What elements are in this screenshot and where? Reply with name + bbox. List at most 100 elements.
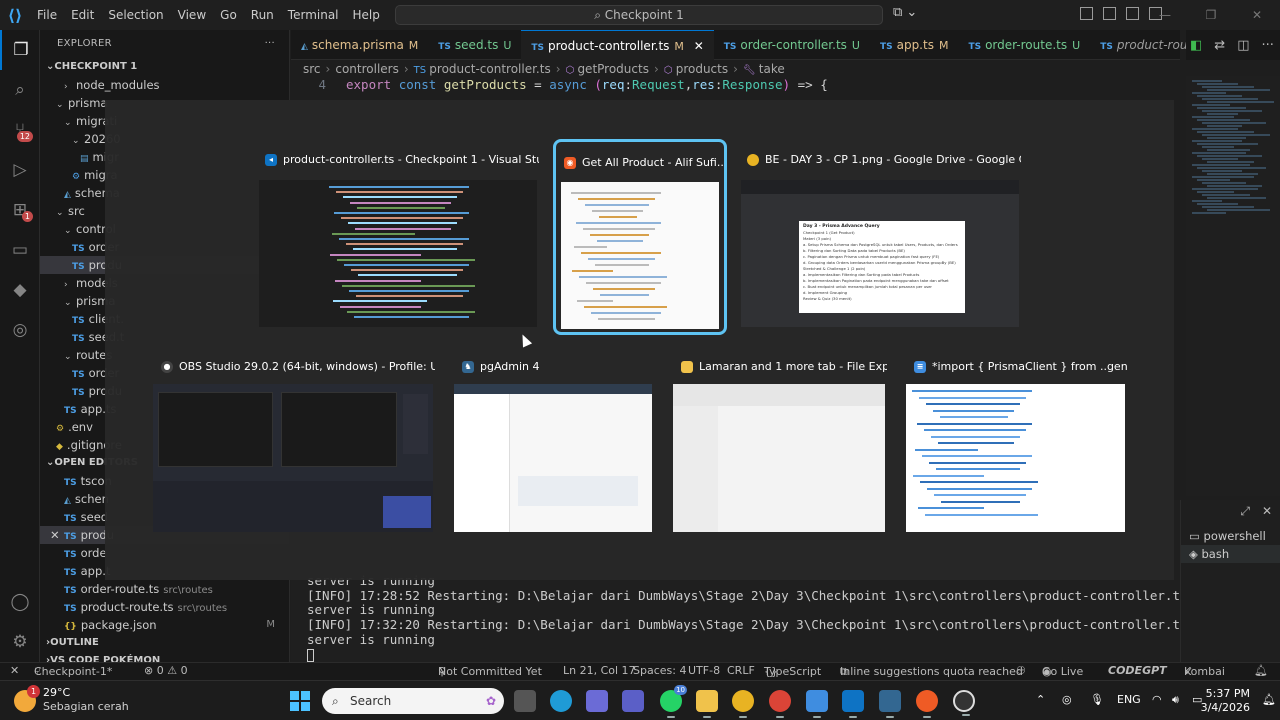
source-control-icon[interactable]: ⑂ 12: [0, 110, 40, 150]
terminal-session-powershell[interactable]: ▭ powershell: [1181, 527, 1280, 545]
compare-icon[interactable]: ⇄: [1214, 38, 1225, 53]
obs-icon[interactable]: [953, 690, 975, 716]
manage-gear-icon[interactable]: ⚙: [0, 622, 40, 662]
chrome-icon[interactable]: [732, 690, 754, 718]
notepad-icon[interactable]: [806, 690, 828, 718]
menu-edit[interactable]: Edit: [64, 8, 101, 22]
editor-tab[interactable]: ◭ schema.prisma M: [291, 30, 428, 60]
close-editor-icon[interactable]: ✕: [50, 526, 60, 544]
tray-app-icon[interactable]: ◎: [1062, 693, 1072, 706]
notification-icon[interactable]: 🔔︎: [1262, 693, 1276, 706]
split-editor-icon[interactable]: ◫: [1237, 38, 1249, 53]
run-debug-icon[interactable]: ▷: [0, 150, 40, 190]
start-button-icon[interactable]: [290, 691, 310, 711]
open-editor-item[interactable]: {} package.json M: [40, 616, 289, 634]
remote-icon[interactable]: ✕: [10, 664, 19, 677]
window-thumbnail: [906, 384, 1125, 532]
python-icon[interactable]: ◆: [0, 270, 40, 310]
outline-section[interactable]: ›OUTLINE: [40, 634, 289, 652]
wifi-icon[interactable]: ◠: [1152, 693, 1162, 706]
search-view-icon[interactable]: ⌕: [0, 70, 40, 110]
breadcrumb-item[interactable]: 🔧︎ take: [743, 62, 785, 76]
switcher-window-chrome[interactable]: BE - DAY 3 - CP 1.png - Google Drive - G…: [739, 147, 1021, 329]
close-panel-icon[interactable]: ✕: [1262, 504, 1272, 519]
more-actions-icon[interactable]: ···: [1262, 38, 1274, 53]
indentation[interactable]: Spaces: 4: [633, 664, 686, 677]
weather-widget[interactable]: 1 29°C Sebagian cerah: [14, 685, 129, 714]
task-view-icon[interactable]: [514, 690, 536, 712]
show-hidden-icons[interactable]: ⌃: [1036, 693, 1045, 706]
close-window-icon[interactable]: ✕: [1234, 0, 1280, 30]
cursor-position[interactable]: Ln 21, Col 17: [563, 664, 636, 677]
terminal-session-bash[interactable]: ◈ bash: [1181, 545, 1280, 563]
editor-tab[interactable]: TS seed.ts U: [428, 30, 521, 60]
volume-icon[interactable]: 🔊︎: [1172, 693, 1179, 707]
taskbar-search[interactable]: ⌕ Search ✿: [322, 688, 504, 714]
breadcrumb-item[interactable]: TS product-controller.ts: [414, 62, 551, 76]
pgadmin-icon[interactable]: [879, 690, 901, 718]
accounts-icon[interactable]: ◯: [0, 582, 40, 622]
menu-go[interactable]: Go: [213, 8, 244, 22]
codegpt-status[interactable]: CODEGPT: [1108, 664, 1167, 677]
menu-run[interactable]: Run: [244, 8, 281, 22]
microphone-icon[interactable]: 🎙︎: [1090, 693, 1104, 706]
switcher-window-explorer[interactable]: Lamaran and 1 more tab - File Explor...: [673, 354, 887, 534]
toggle-panel-icon[interactable]: [1126, 7, 1139, 20]
thumbnail-line: [340, 305, 421, 308]
file-explorer-icon[interactable]: [696, 690, 718, 718]
switcher-window-pgadmin[interactable]: ♞ pgAdmin 4: [454, 354, 654, 534]
copilot-icon[interactable]: ⧉ ⌄: [893, 5, 935, 25]
breadcrumb-item[interactable]: src: [303, 62, 321, 76]
chrome-profile-icon[interactable]: [769, 690, 791, 718]
menu-help[interactable]: Help: [346, 8, 387, 22]
vscode-icon[interactable]: [842, 690, 864, 718]
remote-explorer-icon[interactable]: ▭: [0, 230, 40, 270]
menu-terminal[interactable]: Terminal: [281, 8, 346, 22]
extensions-icon[interactable]: ⊞ 1: [0, 190, 40, 230]
copilot-app-icon[interactable]: [586, 690, 608, 712]
postman-icon[interactable]: [916, 690, 938, 718]
whatsapp-icon[interactable]: 10: [660, 685, 687, 718]
feedback-icon[interactable]: ⚇: [1016, 664, 1026, 677]
tree-folder[interactable]: › node_modules: [40, 76, 289, 94]
breadcrumb-item[interactable]: ⬡ getProducts: [566, 62, 649, 76]
breadcrumb-item[interactable]: controllers: [335, 62, 399, 76]
maximize-panel-icon[interactable]: ⤢: [1240, 504, 1250, 519]
teams-icon[interactable]: [622, 690, 644, 712]
clock[interactable]: 5:37 PM 3/4/2026: [1201, 687, 1250, 715]
close-tab-icon[interactable]: ✕: [690, 39, 704, 53]
customize-layout-icon[interactable]: [1080, 7, 1093, 20]
workspace-root[interactable]: ⌄CHECKPOINT 1: [40, 58, 289, 76]
minimap-line: [1207, 89, 1270, 91]
open-editor-item[interactable]: TS order-route.ts src\routes: [40, 580, 289, 598]
more-actions-icon[interactable]: ···: [265, 30, 275, 58]
notifications-bell-icon[interactable]: 🔔︎: [1254, 664, 1268, 677]
minimap[interactable]: [1186, 76, 1280, 496]
editor-tab[interactable]: TS order-route.ts U: [958, 30, 1090, 60]
editor-tab[interactable]: TS product-controller.ts M ✕: [521, 30, 714, 60]
command-center-search[interactable]: ⌕ Checkpoint 1: [395, 5, 883, 25]
breadcrumb-item[interactable]: ⬡ products: [664, 62, 728, 76]
end-of-line[interactable]: CRLF: [727, 664, 755, 677]
edge-icon[interactable]: [550, 690, 572, 712]
problems-status[interactable]: ⊗ 0 ⚠ 0: [144, 664, 188, 677]
switcher-window-obs[interactable]: ● OBS Studio 29.0.2 (64-bit, windows) - P…: [153, 354, 435, 534]
open-changes-icon[interactable]: ◧: [1190, 38, 1202, 53]
toggle-sidebar-icon[interactable]: [1103, 7, 1116, 20]
open-editor-item[interactable]: TS product-route.ts src\routes: [40, 598, 289, 616]
menu-selection[interactable]: Selection: [101, 8, 170, 22]
explorer-icon[interactable]: ❐: [0, 30, 40, 70]
restore-icon[interactable]: ❐: [1188, 0, 1234, 30]
menu-view[interactable]: View: [171, 8, 213, 22]
menu-file[interactable]: File: [30, 8, 64, 22]
switcher-window-notepad[interactable]: ≡ *import { PrismaClient } from ..gene -.…: [906, 354, 1127, 534]
language-indicator[interactable]: ENG: [1117, 693, 1141, 706]
code-editor-line[interactable]: 4 export const getProducts = async (req:R…: [291, 76, 1180, 94]
encoding[interactable]: UTF-8: [688, 664, 720, 677]
switcher-window-postman[interactable]: ◉ Get All Product - Alif Sufi...: [553, 139, 727, 335]
editor-tab[interactable]: TS order-controller.ts U: [714, 30, 870, 60]
switcher-window-vscode[interactable]: ◂ product-controller.ts - Checkpoint 1 - …: [257, 147, 539, 329]
editor-tab[interactable]: TS app.ts M: [870, 30, 958, 60]
copilot-chat-icon[interactable]: ◎: [0, 310, 40, 350]
minimize-icon[interactable]: —: [1142, 0, 1188, 30]
